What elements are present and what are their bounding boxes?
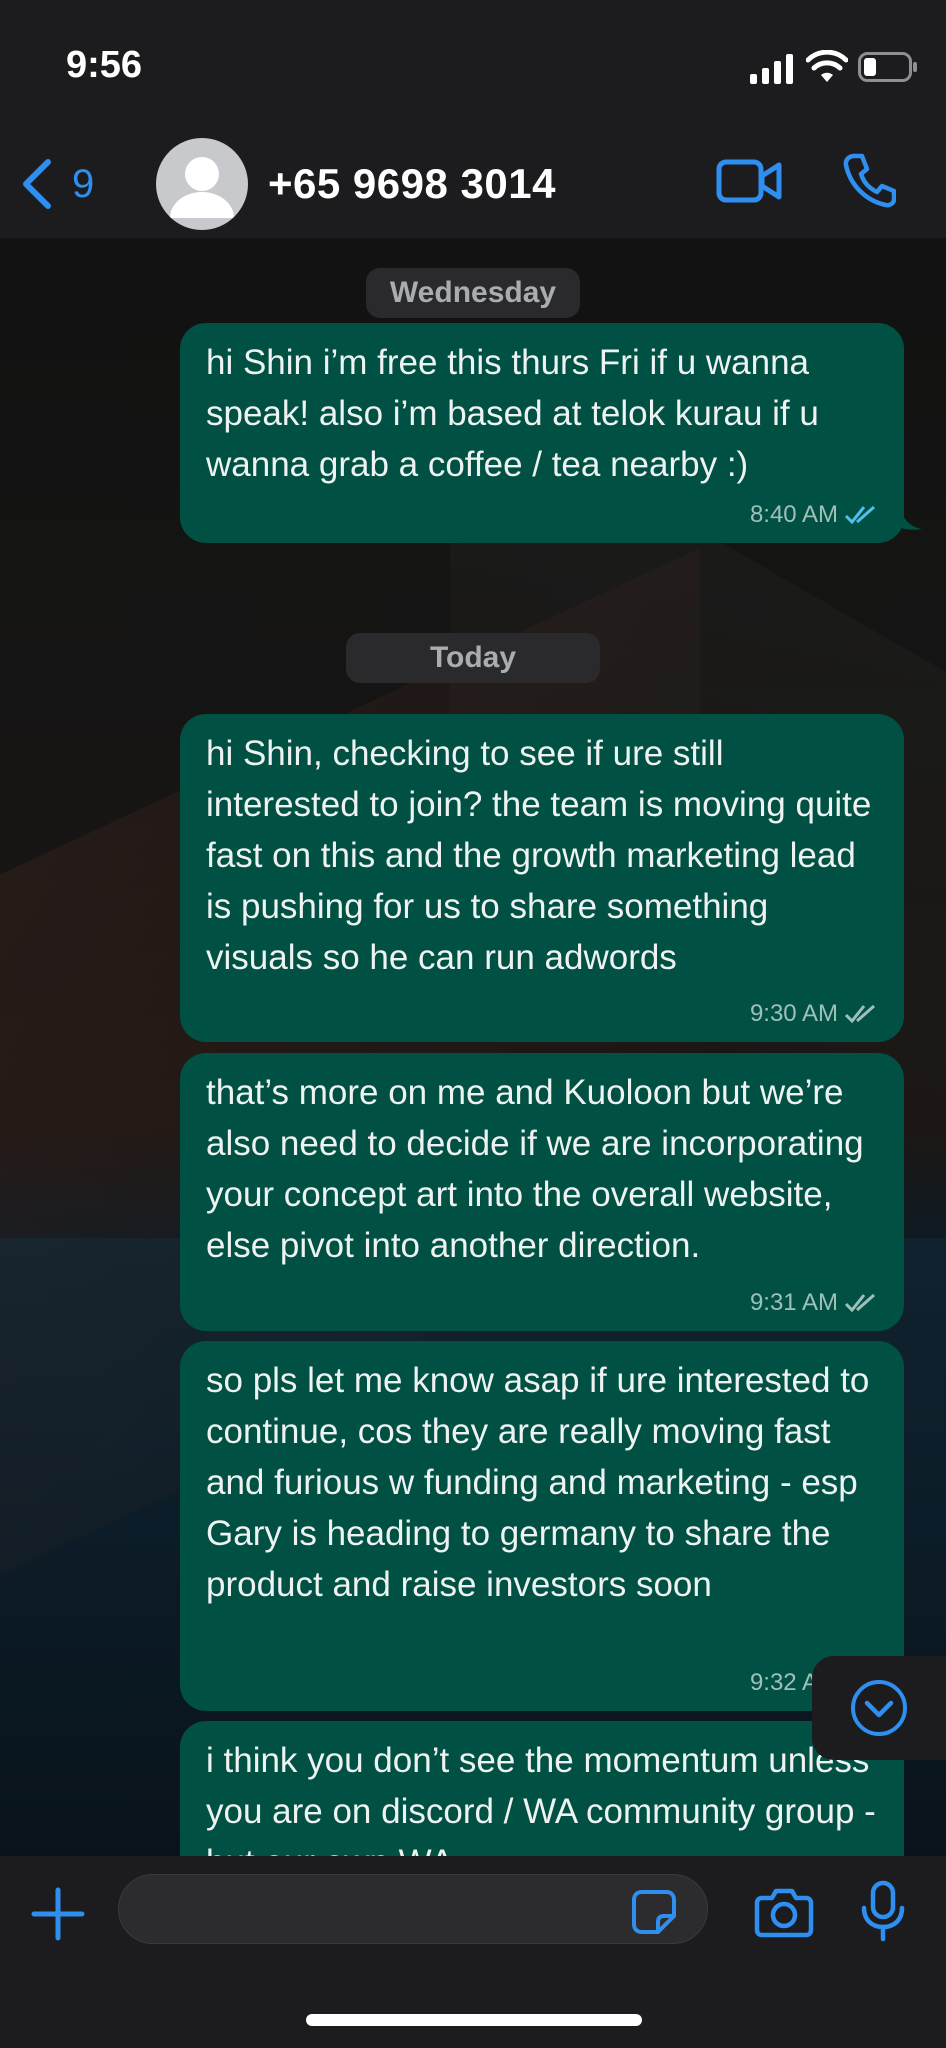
- message-bubble[interactable]: that’s more on me and Kuoloon but we’re …: [180, 1053, 904, 1331]
- read-double-check-icon: [844, 505, 875, 525]
- message-meta: 9:31 AM: [750, 1289, 878, 1317]
- plus-icon[interactable]: [30, 1886, 86, 1942]
- status-bar: 9:56: [0, 0, 946, 130]
- message-bubble[interactable]: hi Shin, checking to see if ure still in…: [180, 714, 904, 1042]
- delivered-double-check-icon: [844, 1293, 875, 1313]
- message-time: 8:40 AM: [749, 501, 838, 528]
- video-call-icon[interactable]: [716, 156, 782, 206]
- message-meta: 8:40 AM: [750, 501, 878, 529]
- message-text: hi Shin, checking to see if ure still in…: [206, 734, 882, 977]
- message-time: 9:31 AM: [749, 1289, 838, 1316]
- input-bar: [0, 1856, 946, 2048]
- sticker-icon[interactable]: [630, 1888, 678, 1936]
- delivered-double-check-icon: [844, 1004, 875, 1024]
- message-bubble[interactable]: so pls let me know asap if ure intereste…: [180, 1341, 904, 1711]
- unread-count: 9: [72, 161, 95, 206]
- message-text: that’s more on me and Kuoloon but we’re …: [206, 1073, 874, 1265]
- message-bubble[interactable]: hi Shin i’m free this thurs Fri if u wan…: [180, 323, 922, 543]
- date-separator: Wednesday: [0, 268, 946, 318]
- message-text: so pls let me know asap if ure intereste…: [206, 1361, 880, 1604]
- bubble-tail: [892, 505, 922, 530]
- voice-call-icon[interactable]: [842, 152, 896, 208]
- message-text: hi Shin i’m free this thurs Fri if u wan…: [206, 343, 829, 484]
- back-button[interactable]: 9: [18, 152, 108, 216]
- wifi-icon: [806, 50, 848, 82]
- message-input[interactable]: [118, 1874, 708, 1944]
- date-separator: Today: [0, 633, 946, 683]
- status-time: 9:56: [66, 44, 143, 86]
- date-separator-label: Today: [345, 633, 601, 683]
- avatar-icon: [170, 157, 234, 218]
- contact-name[interactable]: +65 9698 3014: [268, 160, 556, 208]
- scroll-down-icon: [851, 1680, 907, 1736]
- battery-icon: [858, 52, 917, 82]
- scroll-to-bottom-button[interactable]: [812, 1656, 946, 1760]
- avatar[interactable]: [156, 138, 248, 230]
- back-chevron-icon: [23, 159, 51, 209]
- message-meta: 9:30 AM: [750, 1000, 878, 1028]
- microphone-icon[interactable]: [858, 1880, 908, 1942]
- signal-icon: [750, 54, 793, 84]
- date-separator-label: Wednesday: [365, 268, 581, 318]
- message-time: 9:30 AM: [749, 1000, 838, 1027]
- chat-header: 9 +65 9698 3014: [0, 130, 946, 239]
- home-indicator[interactable]: [306, 2014, 642, 2026]
- camera-icon[interactable]: [754, 1886, 814, 1938]
